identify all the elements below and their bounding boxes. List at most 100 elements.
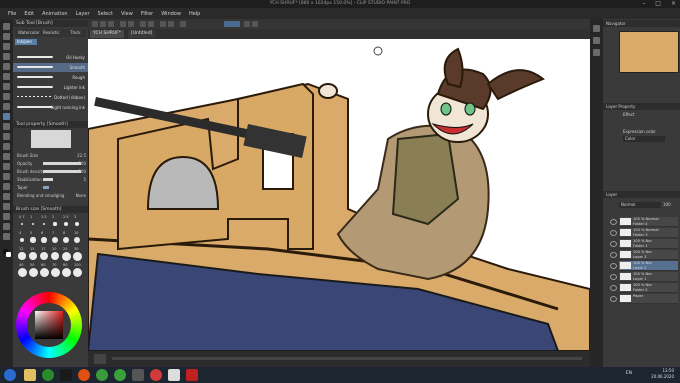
brush-size-dot[interactable] — [64, 222, 68, 226]
canvas-area[interactable] — [88, 39, 590, 351]
figure-icon[interactable] — [3, 183, 10, 190]
brush-size-dot[interactable] — [72, 267, 82, 277]
blend-mode-select[interactable]: Normal — [619, 202, 661, 208]
open-icon[interactable] — [100, 21, 106, 27]
text-tool-icon[interactable] — [3, 213, 10, 220]
minimize-button[interactable]: – — [642, 0, 645, 7]
invert-icon[interactable] — [168, 21, 174, 27]
prop-opacity[interactable]: Opacity 100 — [13, 160, 88, 167]
menu-file[interactable]: File — [8, 11, 16, 17]
stabilization-slider[interactable] — [43, 178, 53, 181]
brush-tool-icon[interactable] — [3, 113, 10, 120]
layer-row[interactable]: 100 % Nor Layer 1 — [610, 272, 678, 282]
deselect-icon[interactable] — [160, 21, 166, 27]
brush-item[interactable]: Oil Husky — [13, 53, 88, 62]
tab-untitled[interactable]: [Untitled] — [128, 30, 156, 38]
brush-size-dot[interactable] — [53, 222, 57, 226]
brush-item[interactable]: Lighter ink — [13, 83, 88, 92]
grid-icon[interactable] — [252, 21, 258, 27]
decoration-icon[interactable] — [3, 133, 10, 140]
eye-icon[interactable] — [610, 296, 617, 302]
brush-size-dot[interactable] — [30, 237, 36, 243]
clip-studio-icon[interactable] — [168, 369, 180, 381]
brush-item[interactable]: Light running ink — [13, 103, 88, 112]
layer-row[interactable]: Paper — [610, 294, 678, 304]
brush-size-dot[interactable] — [17, 267, 27, 277]
brush-size-dot[interactable] — [62, 236, 70, 244]
eye-icon[interactable] — [610, 230, 617, 236]
brush-size-dot[interactable] — [29, 252, 37, 260]
pen-tool-icon[interactable] — [3, 93, 10, 100]
menu-animation[interactable]: Animation — [42, 11, 68, 17]
panel-icon[interactable] — [593, 37, 600, 44]
brush-size-dot[interactable] — [61, 251, 71, 261]
frame-icon[interactable] — [3, 193, 10, 200]
explorer-icon[interactable] — [24, 369, 36, 381]
menu-select[interactable]: Select — [98, 11, 113, 17]
eye-icon[interactable] — [610, 219, 617, 225]
tab-realistic[interactable]: Realistic — [43, 30, 60, 35]
panel-icon[interactable] — [593, 49, 600, 56]
clear-icon[interactable] — [140, 21, 146, 27]
brush-size-dot[interactable] — [52, 237, 58, 243]
auto-select-icon[interactable] — [3, 73, 10, 80]
eye-icon[interactable] — [610, 285, 617, 291]
brush-item-selected[interactable]: Smooth — [13, 63, 88, 72]
brush-size-dot[interactable] — [18, 252, 26, 260]
eye-icon[interactable] — [610, 263, 617, 269]
app-icon[interactable] — [150, 369, 162, 381]
brush-size-dot[interactable] — [21, 223, 23, 225]
new-icon[interactable] — [92, 21, 98, 27]
menu-filter[interactable]: Filter — [141, 11, 153, 17]
brush-size-dot[interactable] — [72, 251, 82, 261]
layer-row[interactable]: 100 % Nor Layer 3 — [610, 250, 678, 260]
sub-color-swatch[interactable] — [6, 252, 11, 257]
layer-row[interactable]: 100 % Normal Folder 4 — [610, 217, 678, 227]
menu-edit[interactable]: Edit — [24, 11, 34, 17]
snap-icon[interactable] — [180, 21, 186, 27]
start-button-icon[interactable] — [4, 369, 16, 381]
operation-tool-icon[interactable] — [3, 43, 10, 50]
layer-row[interactable]: 100 % Normal Folder 3 — [610, 228, 678, 238]
menu-window[interactable]: Window — [161, 11, 181, 17]
app-icon[interactable] — [114, 369, 126, 381]
balloon-icon[interactable] — [3, 223, 10, 230]
navigator-preview[interactable] — [619, 31, 679, 73]
brush-size-dot[interactable] — [73, 236, 81, 244]
close-button[interactable]: × — [671, 0, 676, 7]
layer-row[interactable]: 100 % Nor Layer 2 — [610, 261, 678, 271]
tab-document[interactable]: YCH SHRUF* — [90, 30, 124, 38]
browser-icon[interactable] — [78, 369, 90, 381]
prop-stabilization[interactable]: Stabilization 5 — [13, 176, 88, 183]
brush-size-dot[interactable] — [50, 251, 60, 261]
brush-size-dot[interactable] — [74, 221, 80, 227]
prop-taper[interactable]: Taper — [13, 184, 88, 191]
selection-tool-icon[interactable] — [3, 63, 10, 70]
layer-row[interactable]: 100 % Nor Folder 1 — [610, 239, 678, 249]
correct-line-icon[interactable] — [3, 233, 10, 240]
layer-row[interactable]: 100 % Nor Folder 2 — [610, 283, 678, 293]
brush-size-dot[interactable] — [61, 267, 71, 277]
eye-icon[interactable] — [610, 274, 617, 280]
brush-item[interactable]: Rough — [13, 73, 88, 82]
navigator-thumbnail[interactable] — [94, 354, 106, 364]
brush-size-dot[interactable] — [39, 251, 49, 261]
eye-icon[interactable] — [610, 241, 617, 247]
horizontal-scrollbar[interactable] — [112, 357, 582, 360]
language-indicator[interactable]: EN — [626, 371, 632, 376]
yandex-icon[interactable] — [186, 369, 198, 381]
panel-icon[interactable] — [593, 25, 600, 32]
eraser-icon[interactable] — [3, 143, 10, 150]
prop-blending[interactable]: Blending and smudging None — [13, 192, 88, 199]
prop-brush-size[interactable]: Brush Size 22.5 — [13, 152, 88, 159]
eye-icon[interactable] — [610, 252, 617, 258]
brush-item[interactable]: Dotted (ribbon) — [13, 93, 88, 102]
brush-size-dot[interactable] — [42, 222, 46, 226]
zoom-tool-icon[interactable] — [3, 23, 10, 30]
saturation-value-square[interactable] — [35, 311, 63, 339]
undo-icon[interactable] — [120, 21, 126, 27]
brush-group-label[interactable]: Ink/pen — [15, 39, 37, 45]
expression-color-select[interactable]: Color — [623, 136, 665, 142]
density-slider[interactable] — [43, 170, 81, 173]
eyedropper-icon[interactable] — [3, 83, 10, 90]
